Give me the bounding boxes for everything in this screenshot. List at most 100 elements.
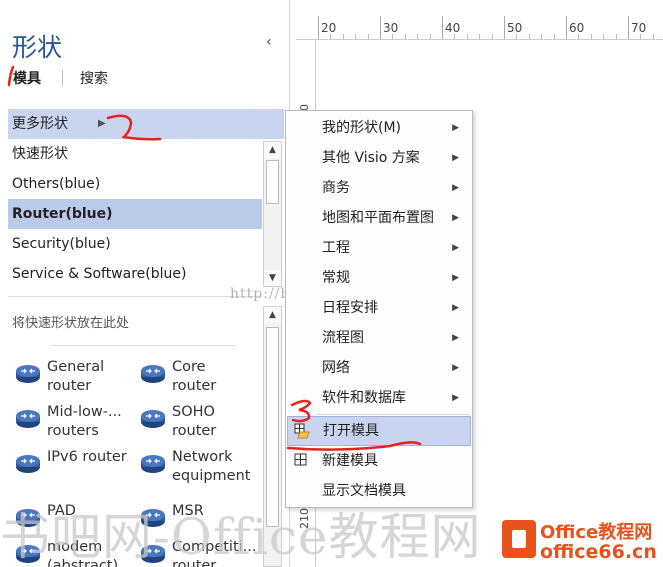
ruler-label: 50 — [507, 21, 523, 35]
router-icon — [141, 455, 165, 473]
ruler-tick — [380, 16, 381, 39]
menu-item-new-stencil[interactable]: 新建模具 — [287, 446, 471, 476]
ruler-minor-tick — [491, 34, 493, 39]
chevron-right-icon: ▶ — [452, 243, 459, 253]
chevron-right-icon: ▶ — [452, 153, 459, 163]
menu-item-label: 我的形状(M) — [322, 120, 402, 136]
more-shapes-menu: 我的形状(M) ▶ 其他 Visio 方案 ▶ 商务 ▶ 地图和平面布置图 ▶ 工程 ▶ 常规 ▶ 日程… — [285, 110, 473, 508]
ruler-label: 60 — [569, 21, 585, 35]
shape-label: IPv6 router — [47, 449, 127, 465]
tab-stencils[interactable]: 模具 — [13, 68, 41, 88]
menu-item-label: 网络 — [322, 360, 350, 376]
shape-label: Core router — [172, 359, 217, 394]
ruler-minor-tick — [516, 34, 518, 39]
ruler-tick — [504, 16, 505, 39]
ruler-minor-tick — [528, 34, 530, 39]
menu-item-label: 商务 — [322, 180, 350, 196]
shape-tile[interactable]: Mid-low-... routers — [15, 403, 140, 447]
menu-item-label: 打开模具 — [323, 423, 379, 439]
scroll-down-icon[interactable]: ▼ — [264, 270, 281, 286]
router-icon — [16, 365, 40, 383]
menu-item-engineering[interactable]: 工程 ▶ — [287, 233, 471, 263]
ruler-minor-tick — [367, 34, 369, 39]
more-shapes-label: 更多形状 — [12, 116, 68, 132]
horizontal-ruler: 20 30 40 50 60 70 — [296, 16, 663, 40]
menu-item-network[interactable]: 网络 ▶ — [287, 353, 471, 383]
stencil-list-scrollbar[interactable]: ▲ ▼ — [263, 141, 282, 287]
ruler-tick — [566, 16, 567, 39]
tab-search[interactable]: 搜索 — [80, 68, 108, 88]
stencil-item-others[interactable]: Others(blue) — [8, 169, 262, 199]
menu-item-schedule[interactable]: 日程安排 ▶ — [287, 293, 471, 323]
stencil-item-service-software[interactable]: Service & Software(blue) — [8, 259, 262, 289]
ruler-minor-tick — [342, 34, 344, 39]
shape-tile[interactable]: SOHO router — [140, 403, 265, 447]
shape-label: Mid-low-... routers — [47, 404, 122, 439]
ruler-label: 70 — [631, 21, 647, 35]
ruler-minor-tick — [603, 34, 605, 39]
menu-item-label: 常规 — [322, 270, 350, 286]
chevron-right-icon: ▶ — [452, 303, 459, 313]
ruler-minor-tick — [454, 34, 456, 39]
chevron-right-icon: ▶ — [452, 213, 459, 223]
router-icon — [141, 365, 165, 383]
ruler-minor-tick — [479, 34, 481, 39]
shape-tile[interactable]: General router — [15, 358, 140, 402]
menu-item-maps-floor-plans[interactable]: 地图和平面布置图 ▶ — [287, 203, 471, 233]
menu-item-label: 其他 Visio 方案 — [322, 150, 420, 166]
scroll-up-icon[interactable]: ▲ — [264, 142, 281, 158]
menu-item-label: 新建模具 — [322, 453, 378, 469]
menu-item-other-visio-solutions[interactable]: 其他 Visio 方案 ▶ — [287, 143, 471, 173]
open-stencil-icon — [294, 423, 310, 439]
menu-item-my-shapes[interactable]: 我的形状(M) ▶ — [287, 113, 471, 143]
shape-tile[interactable]: Network equipment — [140, 448, 265, 492]
menu-item-flowchart[interactable]: 流程图 ▶ — [287, 323, 471, 353]
shape-label: Network equipment — [172, 449, 251, 484]
menu-item-business[interactable]: 商务 ▶ — [287, 173, 471, 203]
ruler-minor-tick — [553, 34, 555, 39]
more-shapes-button[interactable]: 更多形状 ▶ — [8, 109, 284, 139]
ruler-minor-tick — [541, 34, 543, 39]
ruler-minor-tick — [615, 34, 617, 39]
logo-url: office66.cn — [540, 541, 657, 563]
stencil-list: 更多形状 ▶ 快速形状 Others(blue) Router(blue) Se… — [0, 109, 284, 289]
menu-item-software-database[interactable]: 软件和数据库 ▶ — [287, 383, 471, 413]
router-icon — [16, 455, 40, 473]
chevron-right-icon: ▶ — [452, 333, 459, 343]
menu-item-label: 软件和数据库 — [322, 390, 406, 406]
chevron-right-icon: ▶ — [452, 183, 459, 193]
ruler-label: 40 — [445, 21, 461, 35]
ruler-tick — [442, 16, 443, 39]
menu-item-label: 日程安排 — [322, 300, 378, 316]
stencil-item-router[interactable]: Router(blue) — [8, 199, 262, 229]
ruler-minor-tick — [640, 34, 642, 39]
ruler-minor-tick — [578, 34, 580, 39]
ruler-minor-tick — [652, 34, 654, 39]
quick-shapes-separator — [50, 345, 236, 346]
quick-shapes-hint: 将快速形状放在此处 — [12, 316, 130, 331]
menu-item-open-stencil[interactable]: 打开模具 — [287, 416, 471, 446]
scroll-thumb[interactable] — [266, 160, 279, 204]
scroll-up-icon[interactable]: ▲ — [264, 307, 281, 323]
chevron-right-icon: ▶ — [452, 273, 459, 283]
shape-tile[interactable]: IPv6 router — [15, 448, 140, 492]
new-stencil-icon — [294, 453, 307, 466]
menu-item-label: 工程 — [322, 240, 350, 256]
stencil-item-quick-shapes[interactable]: 快速形状 — [8, 139, 262, 169]
router-icon — [16, 410, 40, 428]
tab-divider — [62, 70, 63, 86]
menu-separator — [316, 414, 470, 415]
chevron-right-icon: ▶ — [452, 393, 459, 403]
shapes-pane: 形状 ‹ 模具 搜索 更多形状 ▶ 快速形状 Others(blue) Rout… — [0, 0, 290, 567]
menu-item-label: 地图和平面布置图 — [322, 210, 434, 226]
stencil-item-security[interactable]: Security(blue) — [8, 229, 262, 259]
shape-tile[interactable]: Core router — [140, 358, 265, 402]
office-logo: Office教程网 office66.cn — [496, 512, 663, 567]
menu-item-general[interactable]: 常规 ▶ — [287, 263, 471, 293]
collapse-pane-icon[interactable]: ‹ — [266, 34, 272, 50]
shape-label: General router — [47, 359, 105, 394]
site-watermark: 书吧网-Office教程网 — [0, 508, 482, 566]
ruler-minor-tick — [392, 34, 394, 39]
ruler-minor-tick — [466, 34, 468, 39]
ruler-minor-tick — [590, 34, 592, 39]
